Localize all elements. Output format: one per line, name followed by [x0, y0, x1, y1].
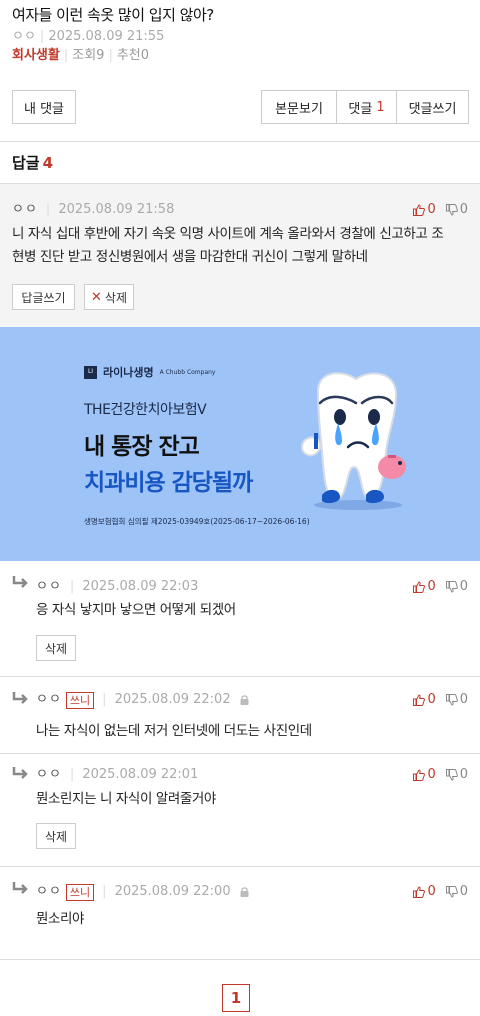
- comment-item: ㅇㅇ | 2025.08.09 22:03 0 0 응 자식 낳지마 낳으면 어떻게…: [0, 561, 480, 676]
- comment-author: ㅇㅇ: [36, 579, 62, 594]
- brand-mark-icon: LI: [84, 365, 97, 379]
- upvote-button[interactable]: 0: [413, 578, 436, 596]
- comment-votes: 0 0: [413, 691, 468, 709]
- downvote-button[interactable]: 0: [445, 766, 468, 784]
- comment-datetime: 2025.08.09 22:02: [114, 692, 231, 707]
- ad-headline-1: 내 통장 잔고: [84, 434, 200, 460]
- replies-header: 답글 4: [12, 152, 53, 173]
- post-header: 여자들 이런 속옷 많이 입지 않아? ㅇㅇ | 2025.08.09 21:55 …: [12, 4, 472, 66]
- comment-author: ㅇㅇ: [36, 767, 62, 782]
- comment-toolbar: 본문보기 댓글 1 댓글쓰기: [261, 90, 469, 124]
- lock-icon: [239, 886, 250, 898]
- comment-text: 니 자식 십대 후반에 자기 속옷 익명 사이트에 계속 올라와서 경찰에 신고…: [12, 226, 444, 265]
- thumbs-up-icon: [413, 769, 426, 781]
- upvote-button[interactable]: 0: [413, 201, 436, 219]
- comment-text: 응 자식 낳지마 낳으면 어떻게 되겠어: [36, 602, 236, 618]
- author-badge: 쓰니: [65, 691, 95, 709]
- pagination-current-page[interactable]: 1: [222, 984, 250, 1012]
- post-title: 여자들 이런 속옷 많이 입지 않아?: [12, 6, 214, 24]
- thumbs-down-icon: [445, 694, 458, 706]
- divider: [0, 959, 480, 960]
- ad-brand-sub: A Chubb Company: [159, 368, 216, 376]
- post-category[interactable]: 회사생활: [12, 48, 60, 63]
- crying-tooth-icon: [300, 372, 406, 510]
- reply-arrow-icon: [12, 767, 28, 779]
- post-views: 조회9: [72, 48, 105, 63]
- thumbs-up-icon: [413, 886, 426, 898]
- ad-product: THE건강한치아보험V: [84, 402, 207, 418]
- thumbs-down-icon: [445, 886, 458, 898]
- comment-datetime: 2025.08.09 22:01: [82, 767, 199, 782]
- comment-votes: 0 0: [413, 766, 468, 784]
- divider: [0, 141, 480, 142]
- post-datetime: 2025.08.09 21:55: [48, 29, 165, 44]
- close-icon: ✕: [91, 289, 102, 305]
- ad-fine-print: 생명보험협회 심의필 제2025-03949호(2025-06-17~2026-…: [84, 517, 310, 526]
- ad-banner[interactable]: LI 라이나생명 A Chubb Company THE건강한치아보험V 내 통…: [0, 327, 480, 561]
- ad-brand: 라이나생명: [103, 366, 154, 379]
- ad-brand-logo: LI 라이나생명 A Chubb Company: [84, 364, 215, 380]
- downvote-button[interactable]: 0: [445, 201, 468, 219]
- comment-datetime: 2025.08.09 22:03: [82, 579, 199, 594]
- comment-datetime: 2025.08.09 22:00: [114, 884, 231, 899]
- reply-arrow-icon: [12, 576, 28, 588]
- comment-author: ㅇㅇ: [36, 692, 62, 707]
- comment-author: ㅇㅇ: [12, 202, 38, 217]
- comment-text: 뭔소리야: [36, 911, 85, 927]
- comment-votes: 0 0: [413, 578, 468, 596]
- downvote-button[interactable]: 0: [445, 883, 468, 901]
- delete-button[interactable]: 삭제: [36, 635, 76, 661]
- thumbs-down-icon: [445, 769, 458, 781]
- upvote-button[interactable]: 0: [413, 766, 436, 784]
- post-author: ㅇㅇ: [12, 29, 36, 44]
- comment-item: ㅇㅇ 쓰니 | 2025.08.09 22:00 0 0 뭔소리야: [0, 867, 480, 959]
- replies-count: 4: [42, 154, 54, 172]
- thumbs-up-icon: [413, 581, 426, 593]
- write-comment-button[interactable]: 댓글쓰기: [397, 90, 469, 124]
- reply-arrow-icon: [12, 882, 28, 894]
- comment-datetime: 2025.08.09 21:58: [58, 202, 175, 217]
- comments-count: 1: [376, 99, 385, 115]
- thumbs-down-icon: [445, 204, 458, 216]
- thumbs-up-icon: [413, 204, 426, 216]
- post-recommend: 추천0: [116, 48, 150, 63]
- comment-item: ㅇㅇ | 2025.08.09 21:58 0 0 니 자식 십대 후반에 자기 속…: [0, 184, 480, 327]
- delete-button[interactable]: ✕ 삭제: [84, 284, 134, 310]
- reply-button[interactable]: 답글쓰기: [12, 284, 75, 310]
- delete-button[interactable]: 삭제: [36, 823, 76, 849]
- comment-votes: 0 0: [413, 883, 468, 901]
- post-meta: ㅇㅇ | 2025.08.09 21:55: [12, 29, 165, 44]
- lock-icon: [239, 694, 250, 706]
- downvote-button[interactable]: 0: [445, 691, 468, 709]
- thumbs-up-icon: [413, 694, 426, 706]
- upvote-button[interactable]: 0: [413, 883, 436, 901]
- comment-author: ㅇㅇ: [36, 884, 62, 899]
- reply-arrow-icon: [12, 692, 28, 704]
- post-stats: 회사생활 | 조회9 | 추천0: [12, 48, 150, 63]
- comment-item: ㅇㅇ | 2025.08.09 22:01 0 0 뭔소린지는 니 자식이 알려줄거…: [0, 754, 480, 866]
- replies-label: 답글: [12, 154, 40, 172]
- view-post-button[interactable]: 본문보기: [261, 90, 337, 124]
- comment-item: ㅇㅇ 쓰니 | 2025.08.09 22:02 0 0 나는 자식이 없는데 저거 …: [0, 677, 480, 753]
- downvote-button[interactable]: 0: [445, 578, 468, 596]
- comment-text: 뭔소린지는 니 자식이 알려줄거야: [36, 791, 216, 807]
- my-comments-button[interactable]: 내 댓글: [12, 90, 76, 124]
- comment-text: 나는 자식이 없는데 저거 인터넷에 더도는 사진인데: [36, 723, 312, 739]
- comments-button[interactable]: 댓글 1: [337, 90, 397, 124]
- upvote-button[interactable]: 0: [413, 691, 436, 709]
- comments-label: 댓글: [348, 101, 373, 117]
- comment-votes: 0 0: [413, 201, 468, 219]
- ad-headline-2: 치과비용 감당될까: [84, 470, 253, 496]
- author-badge: 쓰니: [65, 883, 95, 901]
- thumbs-down-icon: [445, 581, 458, 593]
